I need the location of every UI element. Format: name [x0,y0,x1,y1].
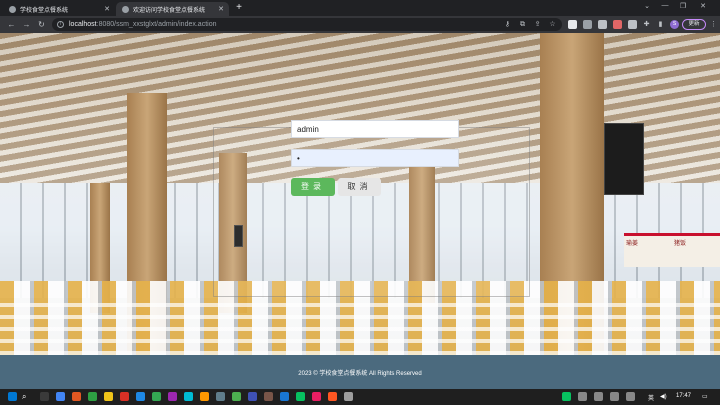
globe-icon [9,5,16,13]
input-language[interactable]: 英 [648,393,654,402]
browser-tab-strip: 学校食堂点餐系统 ✕ 欢迎访问学校食堂点餐系统 ✕ + ⌄ — ❐ ✕ [0,0,720,16]
tray-icon[interactable] [610,392,619,401]
tab-search-icon[interactable]: ⌄ [641,2,653,10]
tray-icon[interactable] [594,392,603,401]
app-icon[interactable] [216,392,225,401]
open-external-icon[interactable]: ⧉ [518,20,527,29]
globe-icon [122,5,129,13]
app-icon[interactable] [120,392,129,401]
copyright-text: 2023 © 学校食堂点餐系统 All Rights Reserved [298,370,422,377]
tab-label: 欢迎访问学校食堂点餐系统 [133,7,206,14]
page-footer: 2023 © 学校食堂点餐系统 All Rights Reserved [0,355,720,389]
task-view-icon[interactable] [40,392,49,401]
maximize-icon[interactable]: ❐ [677,2,689,10]
translate-extension-icon[interactable] [628,20,637,29]
share-icon[interactable]: ⇪ [533,20,542,29]
close-icon[interactable]: ✕ [217,5,225,13]
os-taskbar: ⌕ 英 ◀) 17:47 ▭ [0,389,720,405]
key-icon[interactable]: ⚷ [503,20,512,29]
camera-extension-icon[interactable] [583,20,592,29]
app-icon[interactable] [88,392,97,401]
notification-icon[interactable]: ▭ [702,393,708,400]
app-icon[interactable] [72,392,81,401]
volume-icon[interactable]: ◀) [660,393,667,400]
url-host: localhost [69,21,97,28]
taskbar-clock[interactable]: 17:47 [676,393,691,399]
close-icon[interactable]: ✕ [103,5,111,13]
shield-extension-icon[interactable] [613,20,622,29]
background-tables [0,301,720,355]
url-path: :8080/ssm_xxstglxt/admin/index.action [96,21,217,28]
app-icon[interactable] [248,392,257,401]
star-icon[interactable]: ☆ [548,20,557,29]
windows-start-icon[interactable] [8,392,17,401]
menu-board-item: 猪饭 [674,241,687,247]
app-icon[interactable] [344,392,353,401]
background-tv [604,123,644,195]
cancel-button[interactable]: 取消 [338,178,381,196]
app-icon[interactable] [136,392,145,401]
address-bar[interactable]: i localhost :8080/ssm_xxstglxt/admin/ind… [52,18,562,31]
video-extension-icon[interactable] [598,20,607,29]
background-menu-board: 瑜姜 猪饭 [624,233,720,267]
chrome-icon[interactable] [56,392,65,401]
tray-wechat-icon[interactable] [562,392,571,401]
new-tab-button[interactable]: + [233,2,245,14]
tray-icon[interactable] [626,392,635,401]
app-icon[interactable] [264,392,273,401]
username-input[interactable] [291,120,459,138]
tab-label: 学校食堂点餐系统 [20,7,69,14]
more-menu-icon[interactable]: ⋮ [709,20,718,29]
app-icon[interactable] [184,392,193,401]
tab-canteen-system[interactable]: 学校食堂点餐系统 ✕ [3,2,115,16]
app-icon[interactable] [200,392,209,401]
reload-icon[interactable]: ↻ [36,19,47,30]
minimize-icon[interactable]: — [659,2,671,9]
app-icon[interactable] [328,392,337,401]
login-button[interactable]: 登录 [291,178,335,196]
arrow-right-icon[interactable]: → [21,19,32,30]
arrow-left-icon[interactable]: ← [6,19,17,30]
puzzle-icon[interactable]: ✚ [642,20,651,29]
browser-toolbar: ← → ↻ i localhost :8080/ssm_xxstglxt/adm… [0,16,720,33]
menu-board-item: 瑜姜 [626,241,639,247]
app-icon[interactable] [168,392,177,401]
tray-icon[interactable] [578,392,587,401]
info-icon[interactable]: i [57,21,64,28]
wechat-icon[interactable] [296,392,305,401]
tab-welcome[interactable]: 欢迎访问学校食堂点餐系统 ✕ [116,2,229,16]
app-icon[interactable] [280,392,289,401]
side-panel-icon[interactable]: ▮ [656,20,665,29]
avatar[interactable]: S [670,20,679,29]
folder-icon[interactable] [104,392,113,401]
update-button[interactable]: 更新 [682,19,706,30]
window-close-icon[interactable]: ✕ [697,2,709,10]
app-icon[interactable] [312,392,321,401]
search-icon[interactable]: ⌕ [22,392,26,402]
folder-extension-icon[interactable] [568,20,577,29]
password-input[interactable] [291,149,459,167]
app-icon[interactable] [232,392,241,401]
app-icon[interactable] [152,392,161,401]
